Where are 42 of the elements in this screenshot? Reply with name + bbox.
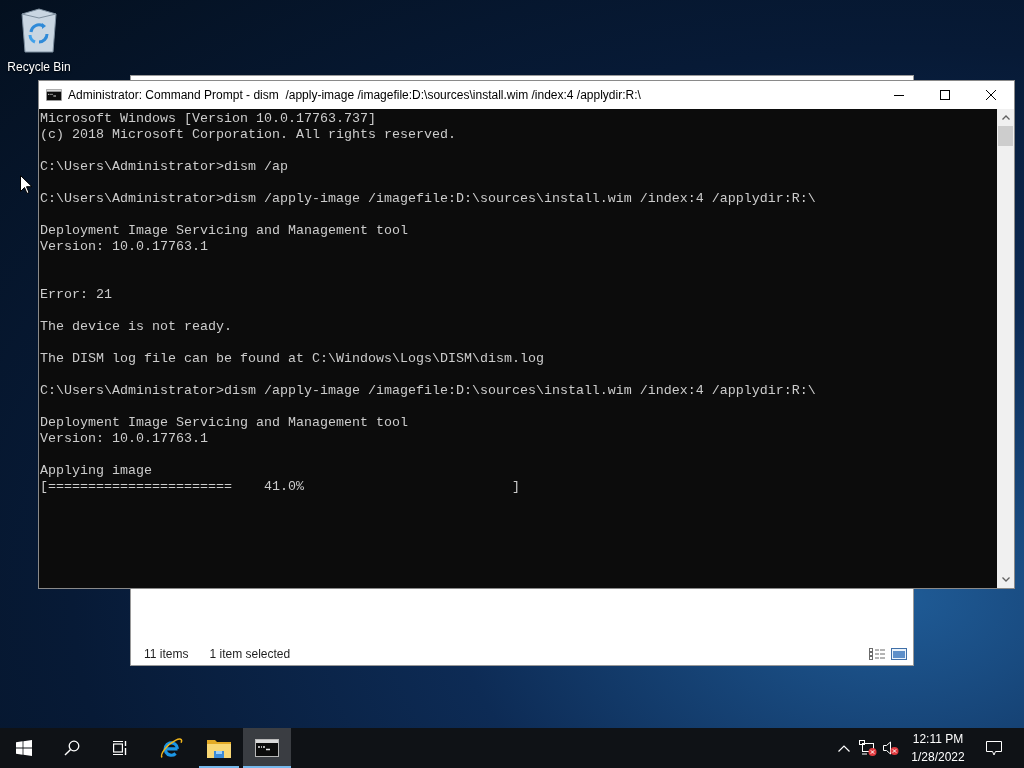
network-disconnected-icon bbox=[859, 740, 877, 756]
taskbar-app-button[interactable] bbox=[243, 728, 291, 768]
chevron-up-icon bbox=[838, 744, 850, 752]
console-line: Microsoft Windows [Version 10.0.17763.737] bbox=[40, 111, 376, 126]
clock-button[interactable]: 12:11 PM 1/28/2022 bbox=[902, 728, 974, 768]
console-line: C:\Users\Administrator>dism /apply-image /imagefile:D:\sources\install.wim /index:4 /applydir:R:\ bbox=[40, 383, 816, 398]
browser-icon bbox=[159, 736, 183, 760]
console-line: Deployment Image Servicing and Management tool bbox=[40, 223, 408, 238]
console-line: Error: 21 bbox=[40, 287, 112, 302]
maximize-icon bbox=[940, 90, 950, 100]
mouse-pointer-icon bbox=[20, 175, 32, 194]
terminal-icon bbox=[45, 89, 62, 101]
notification-icon bbox=[986, 740, 1002, 756]
terminal-icon bbox=[255, 739, 279, 757]
console-line: C:\Users\Administrator>dism /apply-image /imagefile:D:\sources\install.wim /index:4 /applydir:R:\ bbox=[40, 191, 816, 206]
search-icon bbox=[64, 740, 80, 756]
status-item-count: 11 items bbox=[144, 646, 189, 663]
clock-time: 12:11 PM bbox=[912, 731, 964, 748]
console-line: The DISM log file can be found at C:\Windows\Logs\DISM\dism.log bbox=[40, 351, 544, 366]
console-line: [======================= 41.0% ] bbox=[40, 479, 520, 494]
console-line: (c) 2018 Microsoft Corporation. All rights reserved. bbox=[40, 127, 456, 142]
large-icons-view-icon[interactable] bbox=[891, 648, 907, 660]
details-view-icon[interactable] bbox=[869, 648, 885, 660]
task-view-icon bbox=[112, 740, 128, 756]
volume-muted-icon bbox=[883, 741, 899, 755]
console-line: Version: 10.0.17763.1 bbox=[40, 431, 208, 446]
console-line: Deployment Image Servicing and Management tool bbox=[40, 415, 408, 430]
console-line: The device is not ready. bbox=[40, 319, 232, 334]
window-title: Administrator: Command Prompt - dism /apply-image /imagefile:D:\sources\install.wim /index:4 /applydir:R:\ bbox=[68, 87, 641, 104]
recycle-bin-icon[interactable] bbox=[19, 8, 59, 54]
scrollbar-thumb[interactable] bbox=[998, 126, 1013, 146]
console-line: C:\Users\Administrator>dism /ap bbox=[40, 159, 288, 174]
folder-icon bbox=[207, 738, 231, 758]
close-icon bbox=[986, 90, 996, 100]
minimize-icon bbox=[894, 94, 904, 96]
console-line: Applying image bbox=[40, 463, 152, 478]
vertical-scrollbar[interactable] bbox=[997, 109, 1014, 588]
clock-date: 1/28/2022 bbox=[911, 749, 965, 766]
desktop-icon-label[interactable]: Recycle Bin bbox=[7, 60, 71, 74]
windows-logo-icon bbox=[16, 740, 32, 756]
console-line: Version: 10.0.17763.1 bbox=[40, 239, 208, 254]
status-selection-count: 1 item selected bbox=[209, 646, 291, 663]
